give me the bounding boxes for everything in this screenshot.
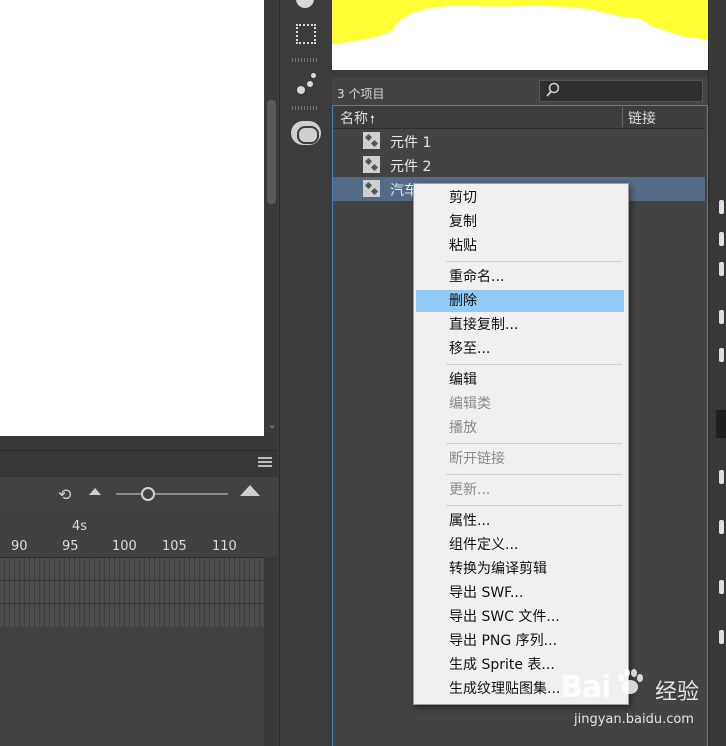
timeline-frames[interactable] — [0, 557, 264, 628]
preview-car-shape — [332, 0, 708, 44]
menu-item-edit-class: 编辑类 — [449, 396, 491, 412]
menu-item-export-swc[interactable]: 导出 SWC 文件... — [449, 607, 560, 627]
cc-libraries-icon[interactable] — [291, 121, 321, 145]
menu-separator — [446, 474, 622, 475]
library-search-input[interactable] — [539, 80, 703, 102]
menu-item-generate-texture-atlas[interactable]: 生成纹理贴图集... — [449, 679, 560, 699]
menu-item-move-to[interactable]: 移至... — [449, 339, 490, 359]
watermark-text: 经验 — [655, 680, 700, 705]
menu-item-highlight — [416, 290, 624, 312]
baidu-paw-icon — [618, 669, 643, 694]
timeline-header — [0, 450, 278, 477]
tool-strip — [279, 0, 333, 746]
preview-divider — [332, 70, 708, 78]
panel-menu-icon[interactable] — [258, 457, 272, 467]
menu-item-rename[interactable]: 重命名... — [449, 267, 504, 287]
panel-tab-icon[interactable] — [719, 470, 724, 484]
menu-item-break-link: 断开链接 — [449, 451, 505, 467]
panel-tab-icon[interactable] — [719, 520, 724, 534]
column-header-linkage[interactable]: 链接 — [628, 108, 656, 128]
frame-tick-label: 100 — [112, 539, 137, 554]
timeline-seconds-label: 4s — [72, 519, 88, 534]
motion-dots-icon[interactable] — [293, 72, 319, 98]
menu-item-play: 播放 — [449, 420, 477, 436]
frame-tick-label: 95 — [62, 539, 79, 554]
menu-item-update: 更新... — [449, 482, 491, 498]
menu-item-export-swf[interactable]: 导出 SWF... — [449, 583, 523, 603]
library-item[interactable]: 元件 1 — [333, 129, 705, 153]
mountain-small-icon[interactable] — [89, 488, 101, 495]
mountain-large-icon[interactable] — [240, 485, 260, 496]
timeline-zoom-slider[interactable] — [116, 493, 228, 495]
search-icon — [546, 82, 560, 97]
menu-separator — [446, 364, 622, 365]
menu-separator — [446, 261, 622, 262]
frame-tick-label: 90 — [11, 539, 28, 554]
library-item-label: 元件 1 — [390, 135, 432, 151]
panel-tab-icon[interactable] — [719, 200, 724, 214]
panel-grip[interactable] — [292, 106, 318, 110]
menu-item-duplicate[interactable]: 直接复制... — [449, 315, 518, 335]
panel-tab-active[interactable] — [716, 410, 726, 438]
panel-tab-icon[interactable] — [719, 262, 724, 276]
menu-item-paste[interactable]: 粘贴 — [449, 236, 477, 256]
frame-tick-label: 105 — [162, 539, 187, 554]
stage-vertical-scrollbar[interactable] — [264, 0, 278, 436]
watermark-url: jingyan.baidu.com — [574, 712, 694, 727]
panel-tab-icon[interactable] — [719, 580, 724, 594]
timeline-empty-area — [0, 627, 264, 746]
stage-canvas[interactable] — [0, 0, 264, 436]
baidu-logo: Bai — [560, 670, 611, 705]
menu-item-convert-to-compiled-clip[interactable]: 转换为编译剪辑 — [449, 559, 547, 579]
menu-item-generate-sprite-sheet[interactable]: 生成 Sprite 表... — [449, 655, 555, 675]
timeline-vertical-scrollbar[interactable] — [264, 557, 278, 746]
panel-tab-icon[interactable] — [719, 310, 724, 324]
menu-item-cut[interactable]: 剪切 — [449, 188, 477, 208]
sort-arrow-icon: 🠕 — [370, 113, 375, 126]
symbol-icon — [363, 156, 380, 173]
transform-icon[interactable] — [296, 24, 316, 44]
library-item-label: 元件 2 — [390, 159, 432, 175]
menu-item-properties[interactable]: 属性... — [449, 511, 490, 531]
menu-separator — [446, 443, 622, 444]
zoom-slider-knob[interactable] — [141, 487, 155, 501]
timeline-controls — [0, 477, 278, 513]
scroll-down-arrow-icon[interactable]: ⌄ — [268, 420, 276, 431]
library-item[interactable]: 元件 2 — [333, 153, 705, 177]
panel-grip[interactable] — [292, 58, 318, 62]
panel-tab-icon[interactable] — [719, 348, 724, 362]
menu-item-edit[interactable]: 编辑 — [449, 370, 477, 390]
library-item-count: 3 个项目 — [337, 87, 385, 101]
stage-scroll-thumb[interactable] — [267, 100, 276, 204]
panel-tab-icon[interactable] — [719, 630, 724, 644]
frame-tick-label: 110 — [212, 539, 237, 554]
symbol-icon — [363, 180, 380, 197]
column-header-name[interactable]: 名称 🠕 — [340, 108, 375, 130]
stage-horizontal-scrollbar[interactable] — [0, 436, 278, 450]
column-name-label: 名称 — [340, 111, 368, 127]
menu-item-export-png-sequence[interactable]: 导出 PNG 序列... — [449, 631, 557, 651]
symbol-icon — [363, 132, 380, 149]
menu-item-delete[interactable]: 删除 — [449, 291, 477, 311]
menu-item-copy[interactable]: 复制 — [449, 212, 477, 232]
column-separator[interactable] — [622, 107, 623, 127]
menu-item-component-definition[interactable]: 组件定义... — [449, 535, 518, 555]
loop-icon[interactable]: ⟲ — [58, 485, 71, 504]
panel-tab-icon[interactable] — [719, 232, 724, 246]
menu-separator — [446, 505, 622, 506]
